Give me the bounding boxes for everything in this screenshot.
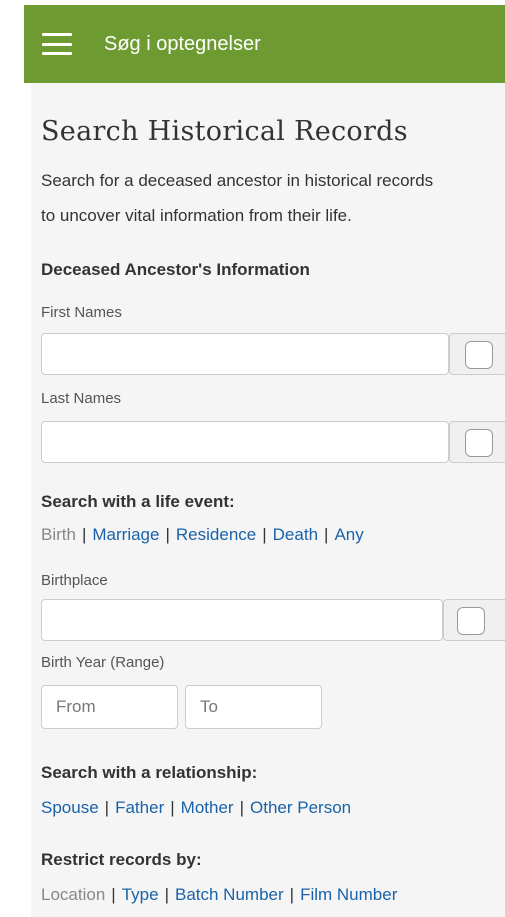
birthplace-exact-checkbox[interactable]	[457, 607, 485, 635]
separator: |	[289, 885, 295, 904]
relationship-options: Spouse | Father | Mother | Other Person	[41, 798, 351, 818]
page-title: Search Historical Records	[41, 116, 408, 147]
separator: |	[324, 525, 329, 544]
intro-text: Search for a deceased ancestor in histor…	[41, 163, 505, 233]
birth-year-range-label: Birth Year (Range)	[41, 654, 165, 671]
life-event-death[interactable]: Death	[273, 525, 318, 544]
separator: |	[111, 885, 116, 904]
life-event-any[interactable]: Any	[334, 525, 363, 544]
restrict-type[interactable]: Type	[122, 885, 159, 904]
separator: |	[165, 525, 170, 544]
life-event-marriage[interactable]: Marriage	[92, 525, 159, 544]
birth-year-to-input[interactable]	[185, 685, 322, 729]
relationship-mother[interactable]: Mother	[181, 798, 234, 817]
separator: |	[164, 885, 169, 904]
separator: |	[239, 798, 244, 817]
relationship-father[interactable]: Father	[115, 798, 164, 817]
hamburger-menu-icon[interactable]	[42, 33, 72, 55]
first-names-exact-toggle	[449, 333, 505, 375]
life-event-birth[interactable]: Birth	[41, 525, 76, 544]
app-bar-title: Søg i optegnelser	[104, 32, 261, 55]
separator: |	[81, 525, 87, 544]
separator: |	[104, 798, 110, 817]
restrict-location[interactable]: Location	[41, 885, 105, 904]
restrict-records-heading: Restrict records by:	[41, 850, 202, 869]
birthplace-exact-toggle	[443, 599, 505, 641]
restrict-records-options: Location | Type | Batch Number | Film Number	[41, 885, 397, 905]
relationship-spouse[interactable]: Spouse	[41, 798, 99, 817]
life-event-residence[interactable]: Residence	[176, 525, 256, 544]
separator: |	[262, 525, 267, 544]
search-form-panel: Search Historical Records Search for a d…	[31, 83, 505, 917]
restrict-film-number[interactable]: Film Number	[300, 885, 397, 904]
separator: |	[170, 798, 175, 817]
life-event-options: Birth | Marriage | Residence | Death | Any	[41, 525, 364, 545]
birthplace-label: Birthplace	[41, 572, 108, 589]
intro-line-2: to uncover vital information from their …	[41, 206, 352, 225]
first-names-input[interactable]	[41, 333, 449, 375]
intro-line-1: Search for a deceased ancestor in histor…	[41, 171, 434, 190]
last-names-exact-toggle	[449, 421, 505, 463]
life-event-heading: Search with a life event:	[41, 492, 235, 511]
relationship-heading: Search with a relationship:	[41, 763, 258, 782]
restrict-batch-number[interactable]: Batch Number	[175, 885, 284, 904]
top-app-bar: Søg i optegnelser	[24, 5, 505, 83]
last-names-input[interactable]	[41, 421, 449, 463]
birthplace-input[interactable]	[41, 599, 443, 641]
relationship-other-person[interactable]: Other Person	[250, 798, 351, 817]
first-names-exact-checkbox[interactable]	[465, 341, 493, 369]
first-names-label: First Names	[41, 304, 122, 321]
last-names-label: Last Names	[41, 390, 122, 407]
last-names-exact-checkbox[interactable]	[465, 429, 493, 457]
birth-year-from-input[interactable]	[41, 685, 178, 729]
ancestor-info-heading: Deceased Ancestor's Information	[41, 260, 310, 279]
